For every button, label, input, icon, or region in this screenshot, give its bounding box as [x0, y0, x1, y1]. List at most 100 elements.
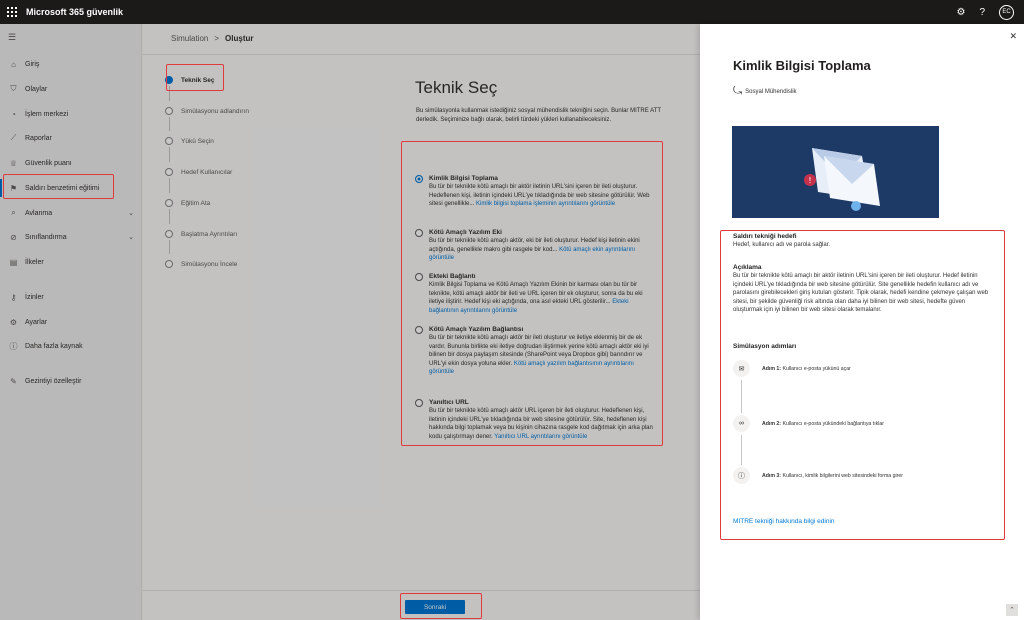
- option-body: Kötü Amaçlı Yazılım Eki Bu tür bir teknik…: [429, 228, 654, 263]
- footer-bar: Sonraki: [143, 590, 700, 620]
- sidebar-item[interactable]: ▤ İlkeler: [0, 253, 142, 271]
- simulation-step-description: Kullanıcı, kimlik bilgilerini web sitesi…: [782, 472, 903, 479]
- sidebar-item[interactable]: ⚙ Ayarlar: [0, 313, 142, 331]
- option-details-link[interactable]: Yanıltıcı URL ayrıntılarını görüntüle: [494, 434, 587, 440]
- breadcrumb-current: Oluştur: [225, 34, 254, 43]
- target-icon: ⚑: [9, 183, 18, 193]
- divider: [143, 54, 700, 55]
- intro-line-1: Bu simülasyonla kullanmak istediğiniz so…: [416, 108, 661, 114]
- sidebar-item[interactable]: ⓘ Daha fazla kaynak: [0, 337, 142, 355]
- chevron-down-icon[interactable]: ⌄: [128, 209, 134, 217]
- step-connector: [168, 209, 170, 224]
- step-indicator-icon: [165, 168, 173, 176]
- option-body: Kimlik Bilgisi Toplama Bu tür bir teknikt…: [429, 174, 654, 209]
- technique-details-panel: ✕ Kimlik Bilgisi Toplama ⤿ Sosyal Mühend…: [700, 24, 1024, 620]
- sidebar-item[interactable]: ◔ İşlem merkezi: [0, 105, 142, 123]
- option-title: Kötü Amaçlı Yazılım Bağlantısı: [429, 326, 524, 333]
- left-navigation: ☰ ⌂ Giriş ⛉ Olaylar ◔ İşlem merkezi ⟋ Raporlar ♕…: [0, 24, 142, 620]
- sidebar-item-label: İzinler: [25, 293, 44, 301]
- trophy-icon: ♕: [9, 158, 18, 168]
- sidebar-item[interactable]: ⟋ Raporlar: [0, 129, 142, 147]
- help-icon[interactable]: ?: [979, 7, 985, 18]
- radio-button[interactable]: [415, 273, 423, 281]
- sidebar-item[interactable]: ♕ Güvenlik puanı: [0, 154, 142, 172]
- technique-option[interactable]: Kimlik Bilgisi Toplama Bu tür bir teknikt…: [413, 174, 661, 209]
- close-icon[interactable]: ✕: [1009, 31, 1017, 42]
- option-description: Kimlik Bilgisi Toplama ve Kötü Amaçlı Ya…: [429, 281, 654, 315]
- technique-option[interactable]: Kötü Amaçlı Yazılım Eki Bu tür bir teknik…: [413, 228, 661, 263]
- hero-illustration: !: [732, 126, 939, 218]
- sidebar-item[interactable]: ✎ Gezintiyi özelleştir: [0, 372, 142, 390]
- step-connector: [168, 240, 170, 254]
- sidebar-item[interactable]: ⛉ Olaylar: [0, 80, 142, 98]
- intro-line-2: derledik. Seçiminize bağlı olarak, belir…: [416, 117, 612, 123]
- info-icon: ⓘ: [9, 341, 18, 351]
- option-title: Kötü Amaçlı Yazılım Eki: [429, 229, 502, 236]
- wizard-step[interactable]: Başlatma Ayrıntıları: [165, 230, 237, 238]
- app-launcher-icon[interactable]: [0, 0, 24, 24]
- sidebar-item-label: Gezintiyi özelleştir: [25, 377, 82, 385]
- step-connector: [168, 86, 170, 101]
- sidebar-item[interactable]: ⌂ Giriş: [0, 55, 142, 73]
- simulation-step-text: Adım 2: Kullanıcı e-posta yükündeki bağl…: [762, 421, 884, 427]
- breadcrumb: Simulation > Oluştur: [171, 34, 253, 43]
- simulation-step: ✉ Adım 1: Kullanıcı e-posta yükünü açar: [733, 360, 851, 377]
- description-text: Bu tür bir teknikte kötü amaçlı bir aktö…: [733, 273, 989, 314]
- option-body: Yanıltıcı URL Bu tür bir teknikte kötü am…: [429, 398, 654, 441]
- app-title[interactable]: Microsoft 365 güvenlik: [26, 7, 123, 17]
- hunting-icon: ⌕: [11, 208, 16, 217]
- goal-section: Saldırı tekniği hedefi Hedef, kullanıcı …: [733, 232, 995, 250]
- radio-button[interactable]: [415, 175, 423, 183]
- sidebar-item-label: Raporlar: [25, 134, 52, 142]
- step-indicator-icon: [165, 76, 173, 84]
- step-connector: [168, 178, 170, 193]
- option-description: Bu tür bir teknikte kötü amaçlı aktör UR…: [429, 407, 654, 441]
- chart-icon: ⟋: [10, 133, 17, 142]
- breadcrumb-parent[interactable]: Simulation: [171, 34, 208, 43]
- mitre-link[interactable]: MITRE tekniği hakkında bilgi edinin: [733, 518, 835, 525]
- shield-icon: ⛉: [10, 84, 17, 93]
- panel-subtitle: ⤿ Sosyal Mühendislik: [733, 85, 797, 98]
- simulation-step: ⓘ Adım 3: Kullanıcı, kimlik bilgilerini w…: [733, 467, 903, 484]
- simulation-step: ∞ Adım 2: Kullanıcı e-posta yükündeki bağ…: [733, 415, 884, 432]
- sidebar-item[interactable]: ⌕ Avlanma ⌄: [0, 204, 142, 222]
- wizard-step-label: Başlatma Ayrıntıları: [181, 230, 238, 238]
- simulation-step-label: Adım 3:: [762, 472, 782, 479]
- sidebar-item[interactable]: ⊘ Sınıflandırma ⌄: [0, 228, 142, 246]
- option-description: Bu tür bir teknikte kötü amaçlı aktör, e…: [429, 237, 654, 263]
- settings-gear-icon[interactable]: ⚙: [956, 7, 965, 18]
- simulation-steps-heading: Simülasyon adımları: [733, 343, 797, 350]
- hamburger-menu-icon[interactable]: ☰: [8, 32, 16, 43]
- classification-icon: ⊘: [10, 232, 17, 242]
- top-bar: Microsoft 365 güvenlik ⚙ ? EC: [0, 0, 1024, 24]
- chevron-down-icon[interactable]: ⌄: [128, 233, 134, 241]
- sidebar-item[interactable]: ⚷ İzinler: [0, 288, 142, 306]
- wizard-step[interactable]: Yükü Seçin: [165, 137, 214, 145]
- policy-icon: ▤: [9, 257, 18, 267]
- scroll-up-icon[interactable]: ⌃: [1006, 604, 1018, 616]
- wizard-step[interactable]: Hedef Kullanıcılar: [165, 168, 232, 176]
- edit-icon: ✎: [10, 376, 17, 386]
- technique-option[interactable]: Ekteki Bağlantı Kimlik Bilgisi Toplama ve…: [413, 272, 661, 315]
- wizard-step-label: Simülasyonu İncele: [181, 260, 238, 268]
- wizard-step[interactable]: Simülasyonu İncele: [165, 260, 237, 268]
- option-description: Bu tür bir teknikte kötü amaçlı aktör bi…: [429, 334, 654, 377]
- wizard-step[interactable]: Teknik Seç: [165, 76, 214, 84]
- radio-button[interactable]: [415, 326, 423, 334]
- panel-subtitle-label: Sosyal Mühendislik: [745, 88, 797, 95]
- wizard-step[interactable]: Simülasyonu adlandırın: [165, 107, 249, 115]
- wizard-step[interactable]: Eğitim Ata: [165, 199, 210, 207]
- next-button[interactable]: Sonraki: [405, 600, 465, 614]
- step-indicator-icon: [165, 199, 173, 207]
- simulation-step-label: Adım 2:: [762, 420, 782, 427]
- simulation-step-description: Kullanıcı e-posta yükünü açar: [782, 365, 851, 372]
- option-details-link[interactable]: Kimlik bilgisi toplama işleminin ayrıntı…: [476, 201, 615, 207]
- sidebar-item[interactable]: ⚑ Saldırı benzetimi eğitimi: [0, 179, 142, 197]
- technique-option[interactable]: Yanıltıcı URL Bu tür bir teknikte kötü am…: [413, 398, 661, 441]
- radio-button[interactable]: [415, 229, 423, 237]
- technique-option[interactable]: Kötü Amaçlı Yazılım Bağlantısı Bu tür bir…: [413, 325, 661, 377]
- wizard-step-label: Simülasyonu adlandırın: [181, 107, 249, 115]
- svg-text:!: !: [808, 176, 811, 185]
- radio-button[interactable]: [415, 399, 423, 407]
- avatar[interactable]: EC: [999, 4, 1014, 20]
